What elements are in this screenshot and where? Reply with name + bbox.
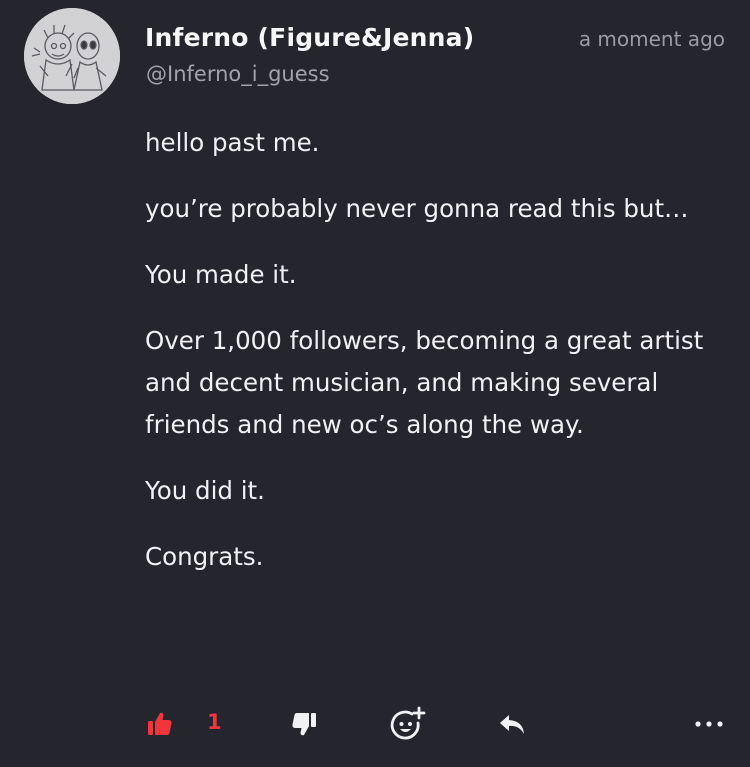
post-paragraph: you’re probably never gonna read this bu…	[145, 194, 689, 223]
more-icon	[695, 721, 723, 727]
like-count: 1	[207, 710, 222, 734]
post-paragraph: You made it.	[145, 260, 297, 289]
more-button[interactable]	[695, 700, 723, 748]
post-paragraph: You did it.	[145, 476, 265, 505]
post-paragraph: Congrats.	[145, 542, 264, 571]
reply-button[interactable]	[497, 700, 527, 748]
reply-icon	[500, 715, 524, 734]
thumbs-down-icon	[292, 713, 316, 736]
post-body: hello past me. you’re probably never gon…	[145, 122, 725, 602]
avatar-sketch	[24, 8, 120, 104]
dislike-button[interactable]	[290, 700, 318, 748]
timestamp: a moment ago	[578, 27, 725, 51]
display-name[interactable]: Inferno (Figure&Jenna)	[145, 23, 474, 52]
post-paragraph: Over 1,000 followers, becoming a great a…	[145, 326, 704, 439]
user-handle[interactable]: @Inferno_i_guess	[146, 62, 330, 86]
action-bar: 1	[0, 700, 750, 748]
avatar[interactable]	[24, 8, 120, 104]
thumbs-up-icon	[148, 712, 172, 735]
post-paragraph: hello past me.	[145, 128, 320, 157]
like-button[interactable]	[146, 700, 174, 748]
add-reaction-button[interactable]	[390, 700, 426, 748]
add-reaction-icon	[390, 706, 426, 740]
